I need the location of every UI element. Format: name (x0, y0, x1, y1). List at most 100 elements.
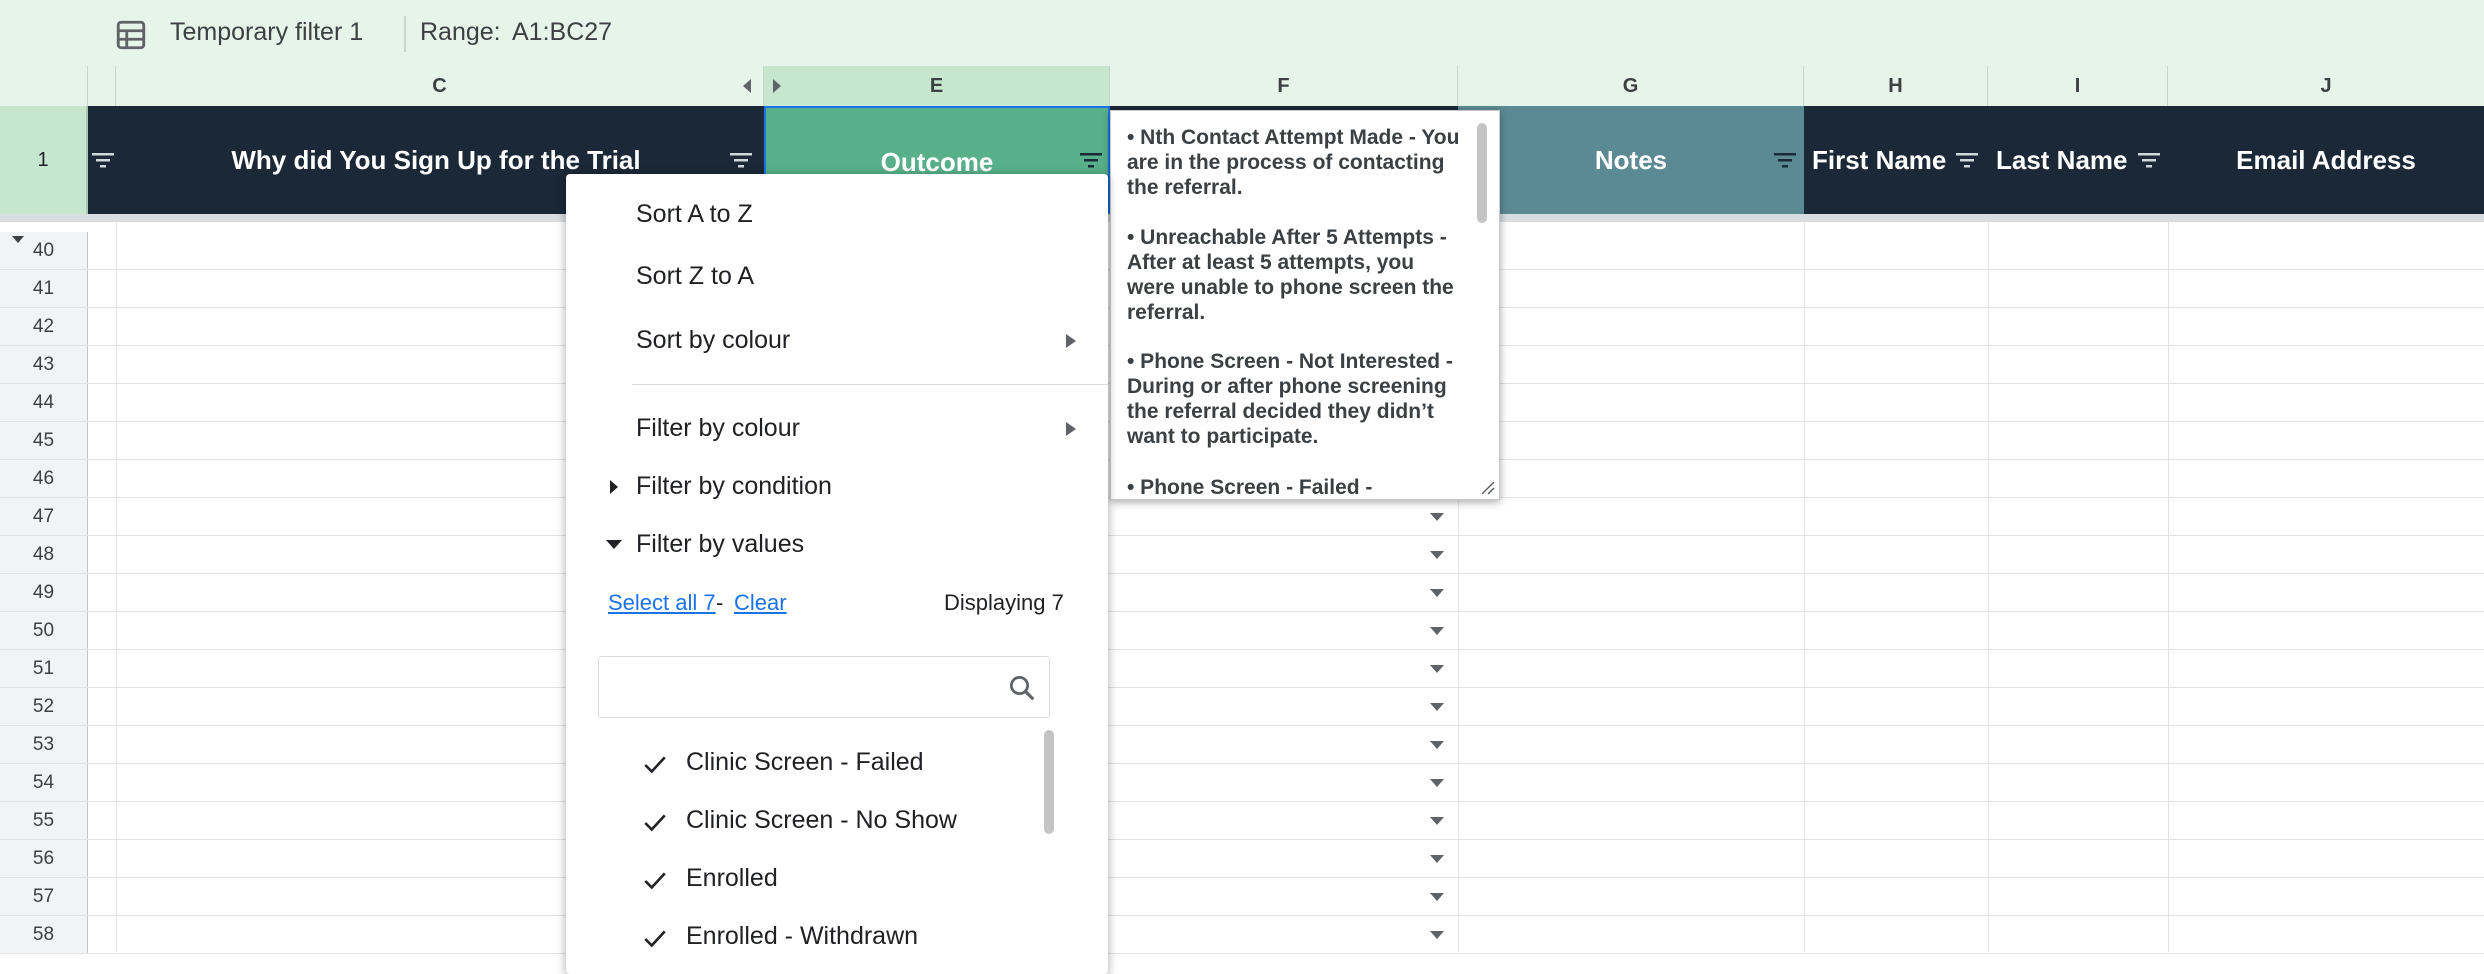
value-option[interactable]: Enrolled (566, 856, 1036, 914)
row-number[interactable]: 44 (0, 384, 88, 422)
gridline (0, 611, 2484, 612)
filter-by-condition[interactable]: Filter by condition (636, 472, 832, 501)
search-icon[interactable] (1007, 673, 1037, 703)
resize-handle-icon[interactable] (1479, 479, 1495, 495)
filter-active-icon[interactable] (1080, 152, 1102, 168)
search-input[interactable] (598, 656, 1050, 718)
row-number[interactable]: 48 (0, 536, 88, 574)
row-number[interactable]: 47 (0, 498, 88, 536)
row-number[interactable]: 52 (0, 688, 88, 726)
row-number[interactable]: 43 (0, 346, 88, 384)
header-cell-first-name[interactable]: First Name (1804, 106, 1988, 214)
expand-right-icon[interactable] (772, 79, 782, 93)
list-scrollbar[interactable] (1044, 730, 1054, 834)
header-text-email: Email Address (2236, 145, 2416, 175)
column-header-c[interactable]: C (116, 66, 764, 106)
dropdown-arrow-icon[interactable] (1430, 817, 1444, 825)
clear-link[interactable]: Clear (734, 590, 787, 616)
row-number-1[interactable]: 1 (0, 106, 88, 214)
dropdown-arrow-icon[interactable] (1430, 627, 1444, 635)
row-number[interactable]: 49 (0, 574, 88, 612)
checkmark-icon[interactable] (642, 926, 668, 952)
range-label: Range: (420, 18, 501, 46)
gridline (0, 573, 2484, 574)
value-option[interactable]: Clinic Screen - Failed (566, 740, 1036, 798)
dropdown-arrow-icon[interactable] (1430, 855, 1444, 863)
gridline (0, 687, 2484, 688)
gridline (0, 763, 2484, 764)
row-number[interactable]: 53 (0, 726, 88, 764)
group-collapse-icon[interactable] (12, 236, 24, 243)
sort-by-colour[interactable]: Sort by colour (636, 326, 790, 355)
dropdown-arrow-icon[interactable] (1430, 589, 1444, 597)
row-number[interactable]: 58 (0, 916, 88, 954)
dropdown-arrow-icon[interactable] (1430, 551, 1444, 559)
filter-by-values[interactable]: Filter by values (636, 530, 804, 559)
header-text-notes: Notes (1594, 145, 1668, 175)
sort-a-to-z[interactable]: Sort A to Z (636, 200, 753, 229)
column-header-e[interactable]: E (764, 66, 1110, 106)
filter-by-colour[interactable]: Filter by colour (636, 414, 800, 443)
dropdown-arrow-icon[interactable] (1430, 779, 1444, 787)
dropdown-arrow-icon[interactable] (1430, 513, 1444, 521)
dropdown-arrow-icon[interactable] (1430, 893, 1444, 901)
filter-icon[interactable] (2138, 152, 2160, 168)
row-number[interactable]: 42 (0, 308, 88, 346)
header-cell-email[interactable]: Email Address (2168, 106, 2484, 214)
filter-icon[interactable] (1956, 152, 1978, 168)
filter-icon[interactable] (1774, 152, 1796, 168)
dropdown-arrow-icon[interactable] (1430, 931, 1444, 939)
gridline (0, 877, 2484, 878)
dropdown-arrow-icon[interactable] (1430, 741, 1444, 749)
filter-sheet-icon[interactable] (114, 18, 148, 52)
row-number[interactable]: 46 (0, 460, 88, 498)
filter-icon[interactable] (730, 152, 752, 168)
column-header-strip: C E F G H I J (0, 66, 2484, 107)
column-header-h[interactable]: H (1804, 66, 1988, 106)
dropdown-arrow-icon[interactable] (1430, 665, 1444, 673)
column-header-f[interactable]: F (1110, 66, 1458, 106)
column-header-j[interactable]: J (2168, 66, 2484, 106)
column-header-g[interactable]: G (1458, 66, 1804, 106)
row-number[interactable]: 55 (0, 802, 88, 840)
range-value[interactable]: A1:BC27 (512, 18, 612, 47)
row-number[interactable]: 50 (0, 612, 88, 650)
row-number[interactable]: 57 (0, 878, 88, 916)
note-paragraph: • Phone Screen - Failed - (1127, 476, 1373, 499)
checkmark-icon[interactable] (642, 868, 668, 894)
checkmark-icon[interactable] (642, 810, 668, 836)
value-option[interactable]: Clinic Screen - No Show (566, 798, 1036, 856)
sort-z-to-a[interactable]: Sort Z to A (636, 262, 754, 291)
value-label: Enrolled (686, 864, 778, 892)
cell-note-popup[interactable]: • Nth Contact Attempt Made - You are in … (1110, 110, 1500, 500)
row-number[interactable]: 56 (0, 840, 88, 878)
gridline (1804, 222, 1805, 952)
gridline (0, 535, 2484, 536)
row-number[interactable]: 41 (0, 270, 88, 308)
value-label: Enrolled - Withdrawn (686, 922, 919, 950)
header-cell-notes[interactable]: Notes (1458, 106, 1804, 214)
select-all-corner[interactable] (0, 66, 88, 106)
submenu-arrow-icon (1066, 422, 1076, 436)
row-number[interactable]: 54 (0, 764, 88, 802)
column-header-i[interactable]: I (1988, 66, 2168, 106)
filter-name[interactable]: Temporary filter 1 (170, 18, 363, 47)
value-label: Clinic Screen - Failed (686, 748, 924, 776)
value-option[interactable]: Enrolled - Withdrawn (566, 914, 1036, 972)
row-number[interactable]: 51 (0, 650, 88, 688)
row-number[interactable]: 45 (0, 422, 88, 460)
collapse-icon[interactable] (606, 540, 622, 549)
select-all-link[interactable]: Select all 7 (608, 590, 716, 616)
header-cell-last-name[interactable]: Last Name (1988, 106, 2168, 214)
submenu-arrow-icon (1066, 334, 1076, 348)
gridline (0, 725, 2484, 726)
gridline (0, 953, 2484, 954)
dropdown-arrow-icon[interactable] (1430, 703, 1444, 711)
expand-icon[interactable] (610, 480, 618, 494)
gridline (2168, 222, 2169, 952)
collapse-left-icon[interactable] (742, 79, 752, 93)
menu-divider (632, 384, 1108, 385)
checkmark-icon[interactable] (642, 752, 668, 778)
filter-icon[interactable] (92, 152, 114, 168)
note-scrollbar[interactable] (1477, 123, 1487, 223)
